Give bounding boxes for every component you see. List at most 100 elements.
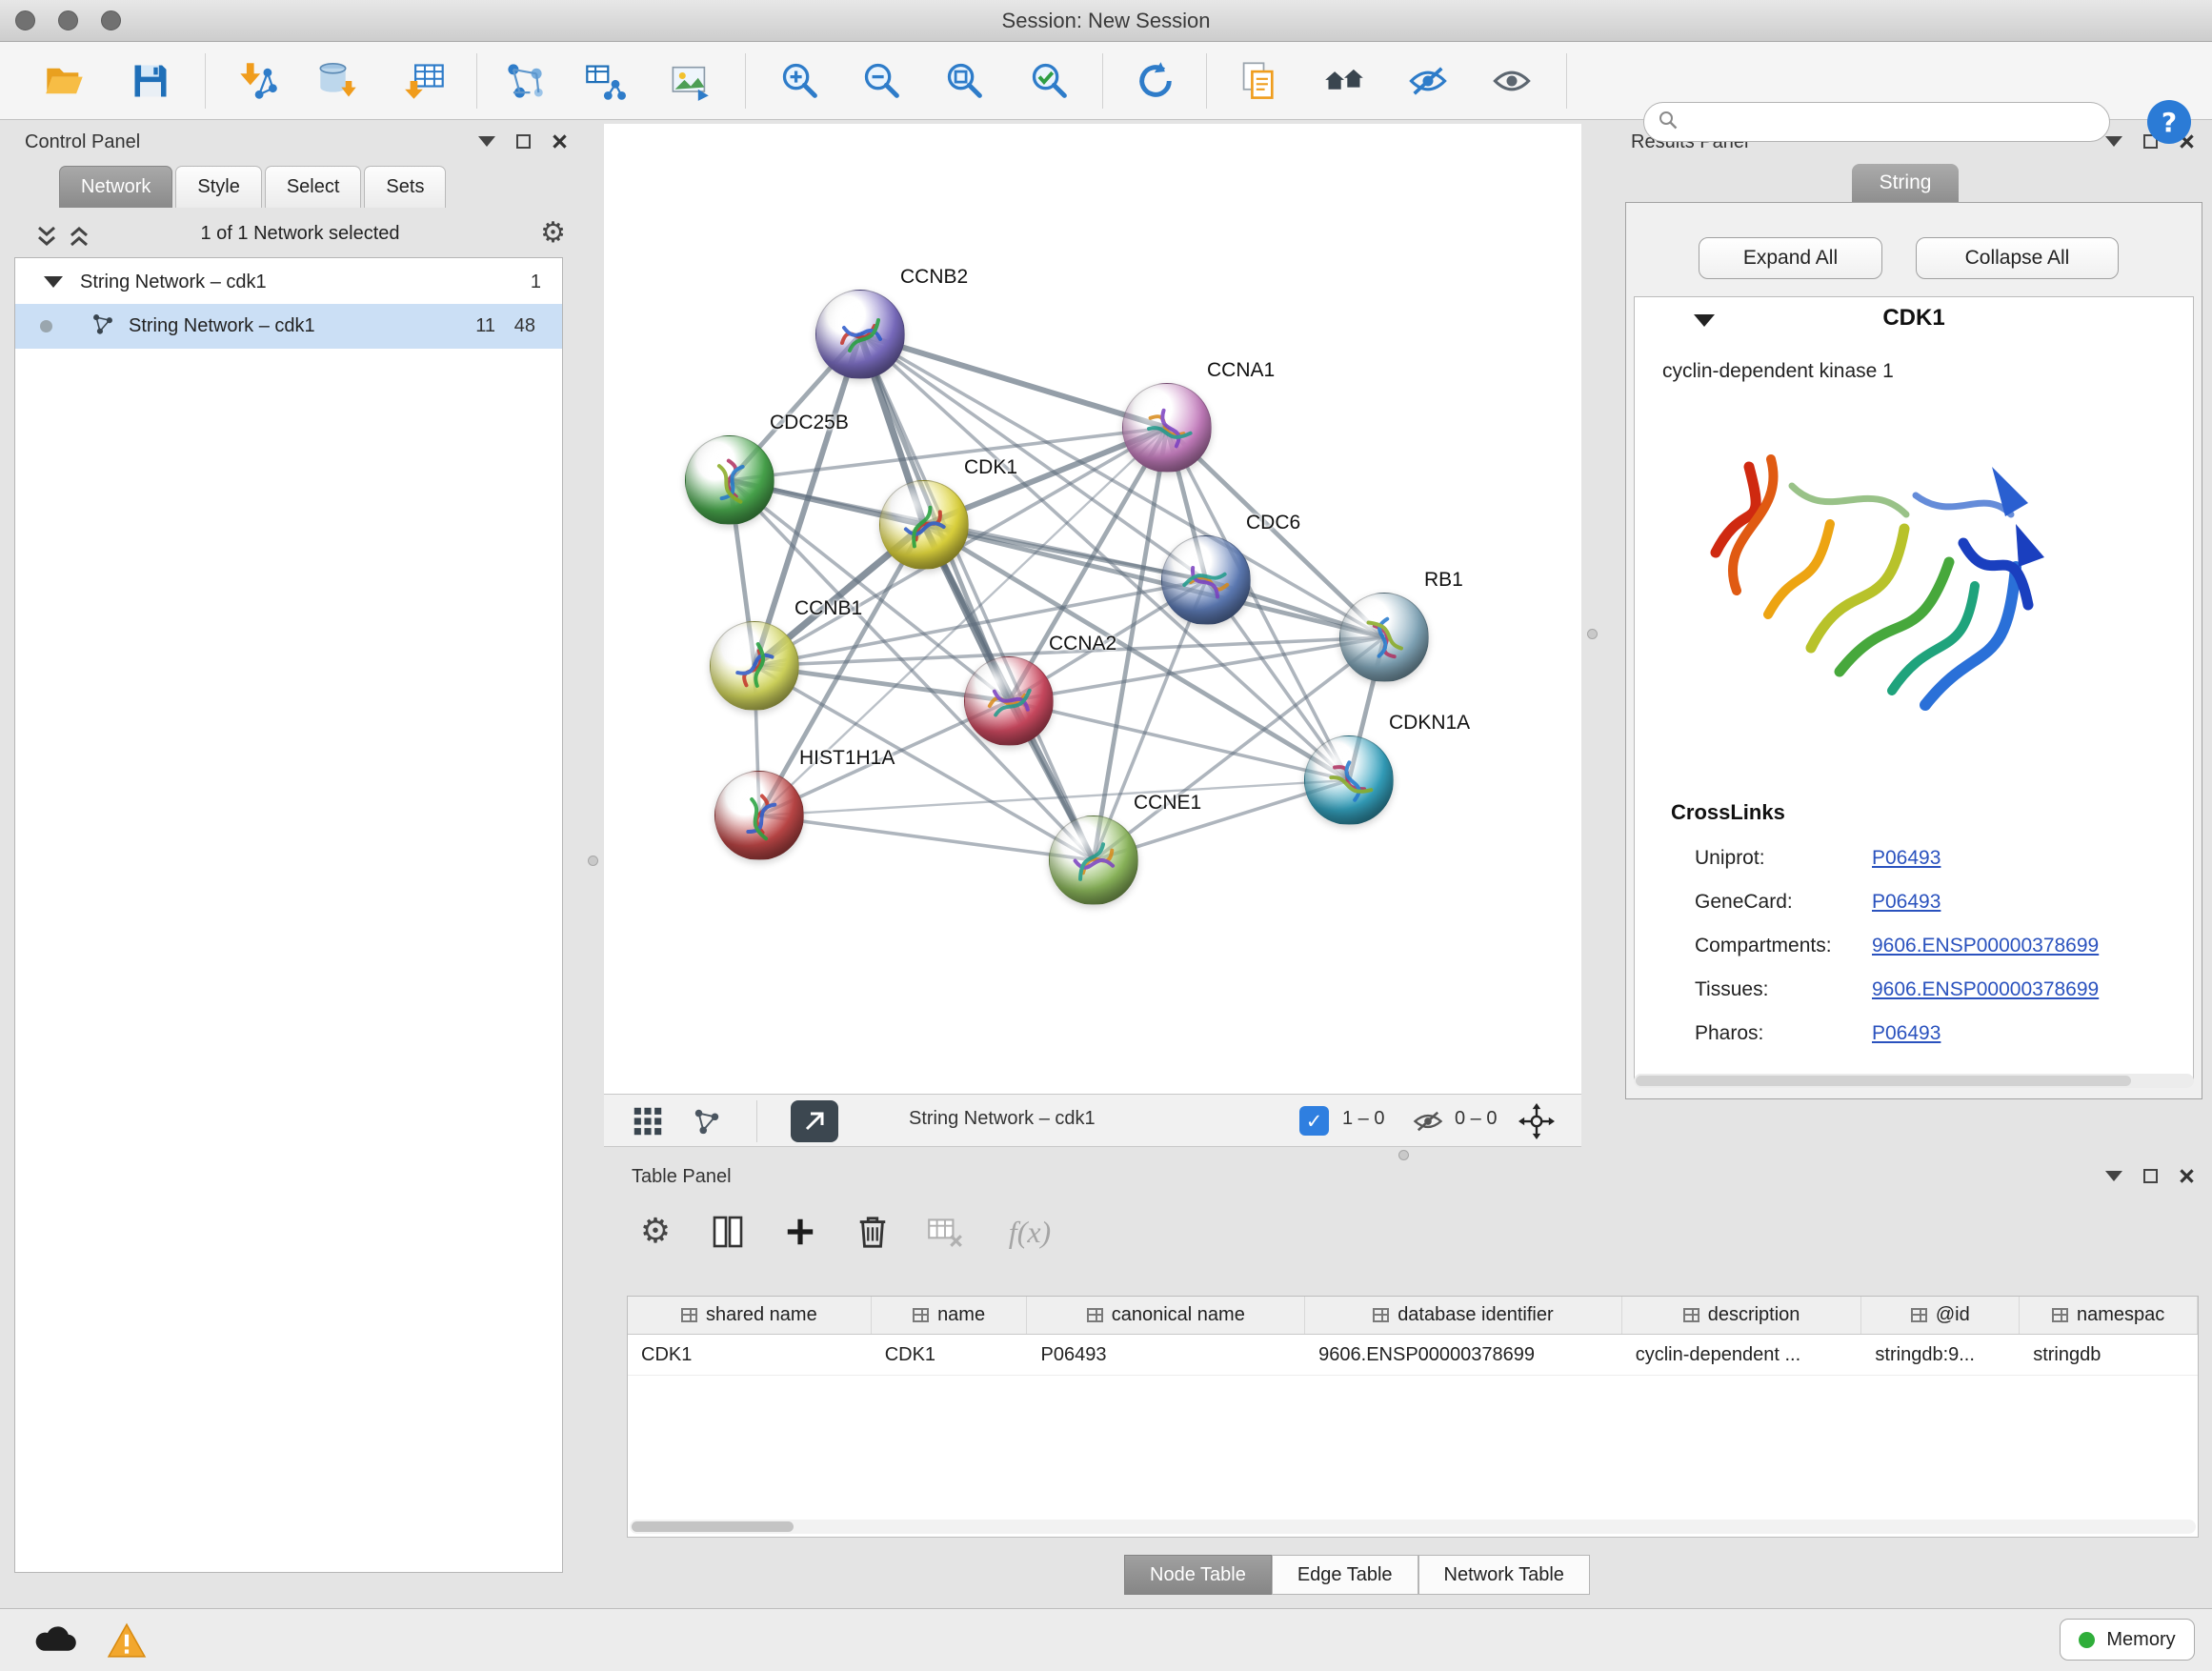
network-node-ccnb2[interactable]	[815, 290, 905, 379]
network-node-ccne1[interactable]	[1049, 815, 1138, 905]
open-in-new-window-button[interactable]	[791, 1100, 838, 1142]
network-node-cdk1[interactable]	[879, 480, 969, 570]
crosslink-label: Compartments:	[1695, 935, 1872, 957]
scrollbar-thumb[interactable]	[632, 1521, 794, 1532]
home-networks-icon[interactable]	[1317, 54, 1371, 108]
selected-indicator-checkbox[interactable]: ✓	[1299, 1106, 1329, 1136]
tab-string[interactable]: String	[1852, 164, 1959, 202]
hide-selected-eye-slash-icon[interactable]	[1401, 54, 1455, 108]
tree-expand-icon[interactable]	[44, 276, 63, 288]
crosslink-link[interactable]: 9606.ENSP00000378699	[1872, 935, 2099, 957]
network-from-selection-icon[interactable]	[498, 54, 552, 108]
minimize-window-button[interactable]	[58, 10, 78, 30]
show-all-eye-icon[interactable]	[1485, 54, 1538, 108]
tab-edge-table[interactable]: Edge Table	[1272, 1555, 1418, 1595]
table-cell[interactable]: 9606.ENSP00000378699	[1305, 1335, 1622, 1375]
column-header-database-identifier[interactable]: database identifier	[1305, 1297, 1622, 1334]
crosslink-link[interactable]: P06493	[1872, 1022, 1941, 1045]
close-window-button[interactable]	[15, 10, 35, 30]
table-cell[interactable]: P06493	[1028, 1335, 1306, 1375]
collapse-panel-icon[interactable]	[478, 136, 495, 147]
add-column-plus-icon[interactable]	[776, 1208, 824, 1256]
table-cell[interactable]: CDK1	[628, 1335, 872, 1375]
network-options-gear-icon[interactable]: ⚙	[540, 219, 566, 248]
network-collection-row[interactable]: String Network – cdk1 1	[15, 260, 562, 304]
help-button[interactable]: ?	[2147, 100, 2191, 144]
protein-ribbon-thumbnail	[1352, 605, 1418, 671]
cloud-sync-icon[interactable]	[32, 1622, 78, 1655]
table-horizontal-scrollbar[interactable]	[630, 1520, 2196, 1534]
tab-network-table[interactable]: Network Table	[1418, 1555, 1590, 1595]
import-network-database-icon[interactable]	[312, 54, 365, 108]
copy-document-icon[interactable]	[1232, 54, 1285, 108]
tab-select[interactable]: Select	[265, 166, 362, 208]
column-header-namespac[interactable]: namespac	[2020, 1297, 2198, 1334]
memory-status-dot	[2079, 1632, 2095, 1648]
network-row-selected[interactable]: String Network – cdk1 11 48	[15, 304, 562, 349]
column-type-icon	[1683, 1308, 1699, 1322]
open-session-icon[interactable]	[38, 54, 91, 108]
close-panel-icon[interactable]	[552, 133, 568, 150]
close-panel-icon[interactable]	[2179, 1168, 2195, 1184]
horizontal-splitter-handle[interactable]	[1398, 1150, 1409, 1160]
tab-sets[interactable]: Sets	[364, 166, 446, 208]
control-panel-title: Control Panel	[25, 131, 140, 153]
network-and-table-icon[interactable]	[578, 54, 632, 108]
expand-all-button[interactable]: Expand All	[1699, 237, 1882, 279]
scrollbar-thumb[interactable]	[1636, 1076, 2131, 1086]
zoom-fit-icon[interactable]	[938, 54, 992, 108]
zoom-in-icon[interactable]	[774, 54, 827, 108]
column-header-name[interactable]: name	[872, 1297, 1028, 1334]
network-node-cdc25b[interactable]	[685, 435, 774, 525]
search-field[interactable]	[1643, 102, 2110, 142]
column-header-canonical-name[interactable]: canonical name	[1027, 1297, 1305, 1334]
tab-style[interactable]: Style	[175, 166, 261, 208]
results-horizontal-scrollbar[interactable]	[1634, 1074, 2194, 1088]
save-session-icon[interactable]	[124, 54, 177, 108]
network-node-cdc6[interactable]	[1161, 535, 1251, 625]
memory-button[interactable]: Memory	[2060, 1619, 2195, 1661]
search-input[interactable]	[1688, 111, 2096, 133]
network-overview-icon[interactable]	[692, 1102, 722, 1140]
network-node-ccnb1[interactable]	[710, 621, 799, 711]
import-network-file-icon[interactable]	[231, 54, 285, 108]
crosslink-link[interactable]: 9606.ENSP00000378699	[1872, 978, 2099, 1001]
network-node-hist1h1a[interactable]	[714, 771, 804, 860]
crosslink-link[interactable]: P06493	[1872, 847, 1941, 870]
float-panel-icon[interactable]	[516, 134, 531, 149]
network-node-ccna2[interactable]	[964, 656, 1054, 746]
column-header-shared-name[interactable]: shared name	[628, 1297, 872, 1334]
network-node-cdkn1a[interactable]	[1304, 735, 1394, 825]
fit-content-crosshair-icon[interactable]	[1518, 1102, 1555, 1140]
birdseye-grid-icon[interactable]	[633, 1102, 663, 1140]
table-cell[interactable]: stringdb:9...	[1861, 1335, 2020, 1375]
collapse-panel-icon[interactable]	[2105, 1171, 2122, 1181]
zoom-selected-icon[interactable]	[1023, 54, 1076, 108]
export-image-icon[interactable]	[663, 54, 716, 108]
collapse-panel-icon[interactable]	[2105, 136, 2122, 147]
table-cell[interactable]: cyclin-dependent ...	[1622, 1335, 1862, 1375]
tab-node-table[interactable]: Node Table	[1124, 1555, 1272, 1595]
network-node-ccna1[interactable]	[1122, 383, 1212, 473]
delete-column-trash-icon[interactable]	[849, 1208, 896, 1256]
maximize-window-button[interactable]	[101, 10, 121, 30]
warning-icon[interactable]	[107, 1622, 147, 1659]
collapse-all-button[interactable]: Collapse All	[1916, 237, 2119, 279]
table-row[interactable]: CDK1CDK1P064939606.ENSP00000378699cyclin…	[628, 1335, 2198, 1376]
import-table-file-icon[interactable]	[398, 54, 452, 108]
table-cell[interactable]: CDK1	[872, 1335, 1028, 1375]
zoom-out-icon[interactable]	[855, 54, 909, 108]
table-cell[interactable]: stringdb	[2020, 1335, 2198, 1375]
table-options-gear-icon[interactable]: ⚙	[632, 1208, 679, 1256]
float-panel-icon[interactable]	[2143, 1169, 2158, 1183]
tab-network[interactable]: Network	[59, 166, 172, 208]
vertical-splitter-handle[interactable]	[1587, 629, 1598, 639]
refresh-icon[interactable]	[1129, 54, 1182, 108]
crosslink-link[interactable]: P06493	[1872, 891, 1941, 914]
network-view-canvas[interactable]: CCNB2CCNA1CDC25BCDK1CDC6RB1CCNB1CCNA2CDK…	[604, 124, 1581, 1094]
vertical-splitter-handle[interactable]	[588, 856, 598, 866]
show-columns-icon[interactable]	[704, 1208, 752, 1256]
network-node-rb1[interactable]	[1339, 593, 1429, 682]
column-header-description[interactable]: description	[1622, 1297, 1862, 1334]
column-header--id[interactable]: @id	[1861, 1297, 2020, 1334]
